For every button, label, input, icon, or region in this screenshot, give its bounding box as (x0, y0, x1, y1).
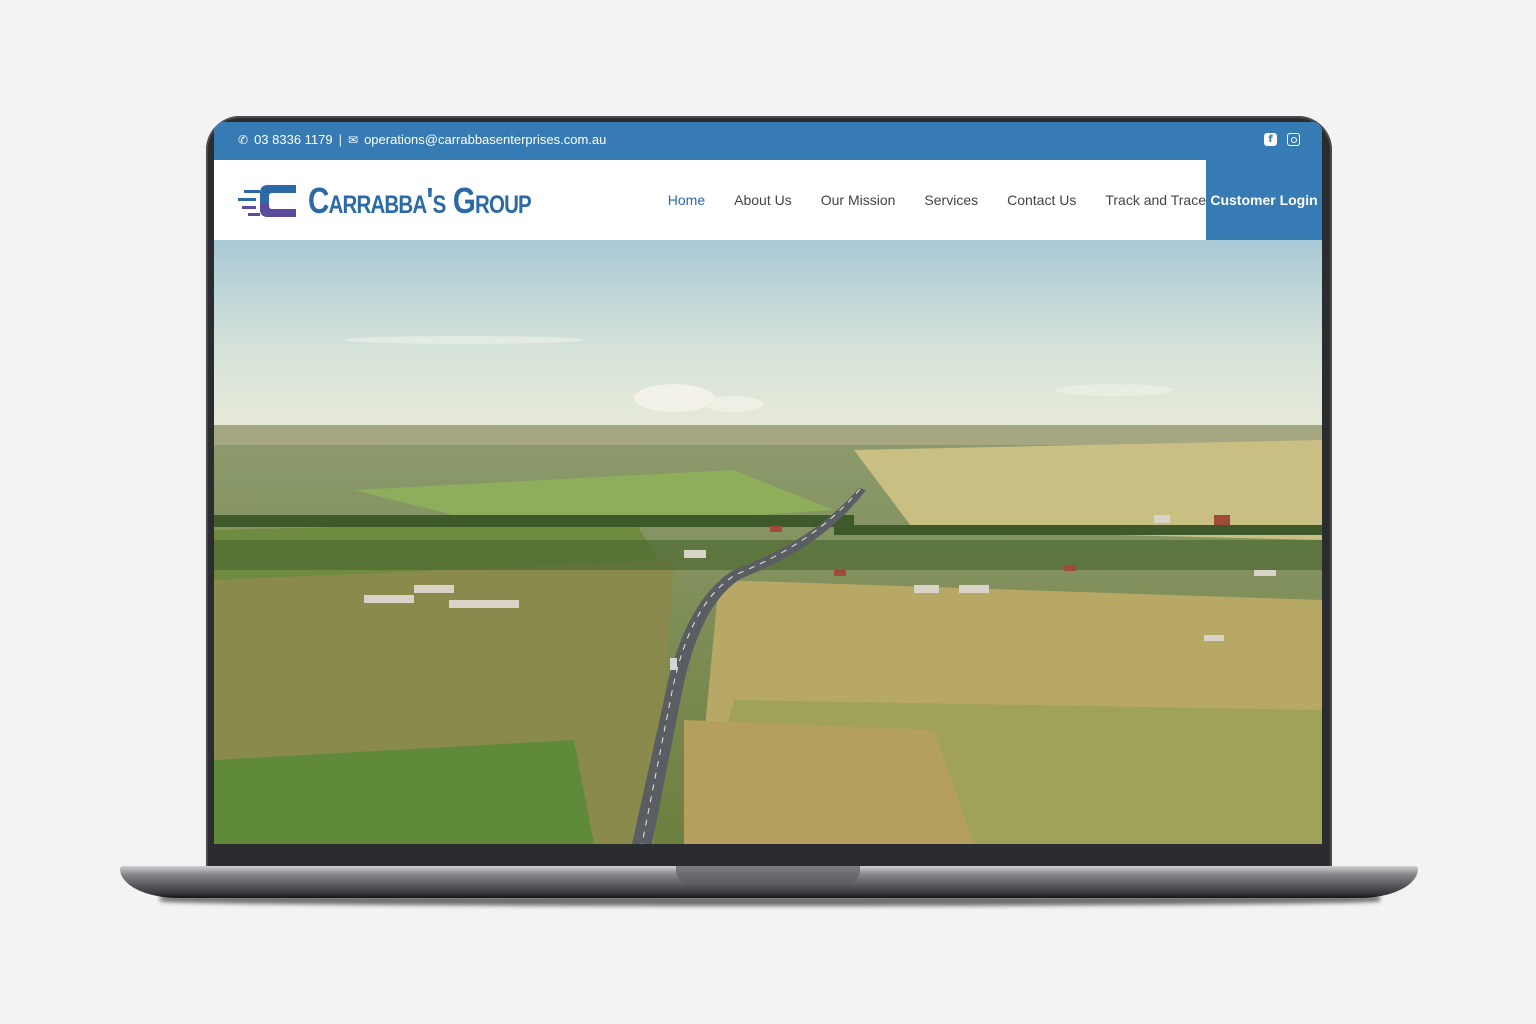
nav-track-and-trace[interactable]: Track and Trace (1105, 192, 1206, 208)
email-link[interactable]: operations@carrabbasenterprises.com.au (364, 132, 606, 147)
logo-mark-icon (238, 185, 296, 217)
hero-landscape-image (214, 240, 1322, 844)
nav-services[interactable]: Services (924, 192, 978, 208)
hero-video (214, 240, 1322, 844)
phone-icon: ✆ (238, 132, 249, 147)
separator: | (338, 132, 343, 147)
instagram-icon[interactable] (1287, 133, 1300, 146)
laptop-shadow (160, 896, 1380, 906)
main-nav: Home About Us Our Mission Services Conta… (639, 160, 1206, 240)
facebook-icon[interactable]: f (1264, 133, 1277, 146)
site-logo[interactable]: Carrabba's Group (238, 180, 580, 222)
nav-about-us[interactable]: About Us (734, 192, 792, 208)
customer-login-button[interactable]: Customer Login (1206, 160, 1322, 240)
browser-screen: ✆ 03 8336 1179 | ✉ operations@carrabbase… (214, 122, 1322, 844)
envelope-icon: ✉ (348, 132, 359, 147)
nav-our-mission[interactable]: Our Mission (821, 192, 896, 208)
nav-contact-us[interactable]: Contact Us (1007, 192, 1076, 208)
logo-text: Carrabba's Group (308, 180, 532, 221)
contact-info: ✆ 03 8336 1179 | ✉ operations@carrabbase… (238, 132, 606, 147)
laptop-hinge-notch (676, 866, 860, 884)
top-contact-bar: ✆ 03 8336 1179 | ✉ operations@carrabbase… (214, 122, 1322, 160)
site-header: Carrabba's Group Home About Us Our Missi… (214, 160, 1322, 240)
phone-link[interactable]: 03 8336 1179 (254, 132, 333, 147)
nav-home[interactable]: Home (668, 192, 705, 208)
social-links: f (1264, 133, 1300, 146)
